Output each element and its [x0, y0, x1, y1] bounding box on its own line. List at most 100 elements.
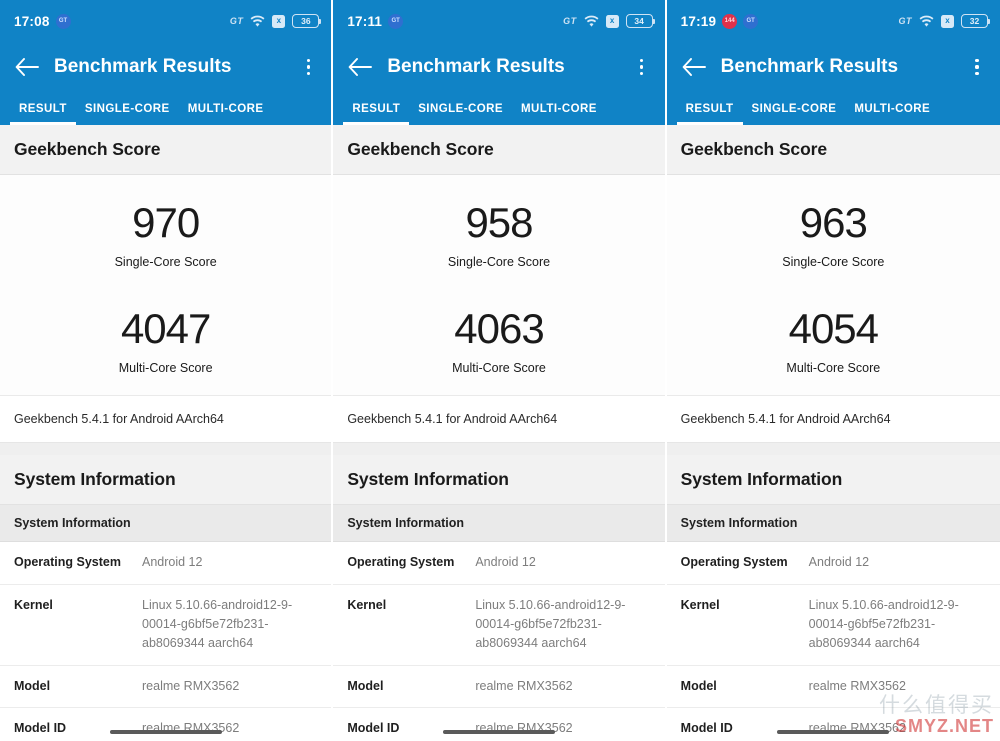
row-value: realme RMX3562 [142, 678, 240, 693]
row-key: Model ID [14, 721, 67, 736]
multi-core-score-label: Multi-Core Score [786, 361, 881, 376]
table-row: Kernel Linux 5.10.66-android12-9-00014-g… [333, 584, 665, 666]
gt-mode-badge-icon: GT [743, 13, 759, 29]
geekbench-score-header: Geekbench Score [333, 125, 665, 175]
status-bar-right: GT x 34 [563, 14, 655, 28]
tab-result[interactable]: RESULT [676, 92, 743, 125]
overflow-menu-icon[interactable] [966, 54, 988, 80]
system-information-subhead: System Information [0, 505, 332, 543]
table-row: Operating System Android 12 [666, 542, 1000, 585]
table-row: Operating System Android 12 [0, 542, 332, 585]
table-row: Model ID realme RMX3562 [0, 708, 332, 741]
status-bar-right: GT x 32 [898, 14, 990, 28]
geekbench-score-title: Geekbench Score [347, 139, 494, 159]
geekbench-score-header: Geekbench Score [666, 125, 1000, 175]
status-bar-left: 17:08 GT [14, 13, 71, 29]
status-bar-left: 17:11 GT [347, 13, 404, 29]
battery-percent: 32 [969, 15, 980, 26]
row-value: Linux 5.10.66-android12-9-00014-g6bf5e72… [808, 597, 959, 651]
geekbench-version-line: Geekbench 5.4.1 for Android AArch64 [666, 395, 1000, 444]
gesture-nav-pill[interactable] [777, 729, 890, 734]
geekbench-version-line: Geekbench 5.4.1 for Android AArch64 [0, 395, 332, 444]
status-bar: 17:19 144 GT GT x 32 [666, 0, 1000, 42]
row-key: Model [347, 678, 384, 693]
system-information-subhead: System Information [333, 505, 665, 543]
page-title: Benchmark Results [54, 56, 232, 77]
phone-screenshot-2: 17:11 GT GT x 34 Benchmark Results RESUL… [333, 0, 667, 741]
phone-screenshot-1: 17:08 GT GT x 36 Benchmark Results RESUL… [0, 0, 334, 741]
row-key: Kernel [680, 597, 720, 612]
row-value: Linux 5.10.66-android12-9-00014-g6bf5e72… [475, 597, 626, 651]
status-clock: 17:08 [14, 13, 50, 29]
tab-single-core[interactable]: SINGLE-CORE [743, 92, 846, 125]
status-clock: 17:11 [347, 13, 383, 29]
gt-mode-badge-icon: GT [388, 13, 404, 29]
result-content: Geekbench Score 963 Single-Core Score 40… [666, 125, 1000, 741]
table-row: Model ID realme RMX3562 [666, 708, 1000, 741]
gt-label-icon: GT [563, 16, 577, 26]
overflow-menu-icon[interactable] [631, 54, 653, 80]
system-information-header: System Information [0, 455, 332, 506]
table-row: Kernel Linux 5.10.66-android12-9-00014-g… [0, 584, 332, 666]
row-key: Model ID [680, 721, 733, 736]
signal-x-icon: x [272, 14, 286, 28]
row-key: Operating System [680, 555, 788, 570]
score-block: 958 Single-Core Score 4063 Multi-Core Sc… [333, 175, 665, 396]
multi-core-score-value: 4054 [788, 305, 879, 353]
single-core-score-value: 963 [799, 199, 868, 246]
gesture-nav-pill[interactable] [442, 729, 555, 734]
single-core-score-value: 958 [465, 199, 533, 246]
row-key: Kernel [14, 597, 53, 612]
tab-multi-core[interactable]: MULTI-CORE [845, 92, 939, 125]
app-bar: Benchmark Results [333, 42, 665, 92]
table-row: Model ID realme RMX3562 [333, 708, 665, 741]
battery-icon: 32 [960, 14, 990, 28]
battery-percent: 34 [634, 15, 644, 26]
row-value: realme RMX3562 [808, 678, 906, 693]
status-clock: 17:19 [680, 13, 717, 29]
back-arrow-icon[interactable] [681, 54, 707, 80]
section-spacer [666, 443, 1000, 456]
gt-label-icon: GT [229, 16, 244, 26]
page-title: Benchmark Results [720, 56, 899, 77]
table-row: Model realme RMX3562 [333, 665, 665, 709]
section-spacer [0, 443, 332, 456]
single-core-score-label: Single-Core Score [782, 255, 885, 270]
refresh-rate-badge-icon: 144 [722, 13, 738, 29]
geekbench-score-title: Geekbench Score [680, 139, 828, 159]
row-value: Linux 5.10.66-android12-9-00014-g6bf5e72… [142, 597, 293, 651]
wifi-icon [584, 15, 599, 28]
signal-x-icon: x [940, 14, 954, 28]
score-spacer [0, 269, 331, 307]
back-arrow-icon[interactable] [347, 54, 373, 80]
tab-multi-core[interactable]: MULTI-CORE [179, 92, 273, 125]
tab-result[interactable]: RESULT [343, 92, 410, 125]
multi-core-score-value: 4063 [454, 305, 544, 353]
status-bar: 17:11 GT GT x 34 [333, 0, 665, 42]
tab-single-core[interactable]: SINGLE-CORE [76, 92, 179, 125]
row-value: realme RMX3562 [475, 678, 573, 693]
system-information-title: System Information [680, 469, 843, 490]
multi-core-score-label: Multi-Core Score [452, 361, 546, 376]
tab-bar: RESULT SINGLE-CORE MULTI-CORE [0, 92, 332, 125]
status-bar-right: GT x 36 [229, 14, 322, 28]
tab-single-core[interactable]: SINGLE-CORE [409, 92, 512, 125]
gt-label-icon: GT [898, 16, 912, 26]
single-core-score-label: Single-Core Score [447, 255, 551, 270]
wifi-icon [919, 15, 934, 28]
tab-bar: RESULT SINGLE-CORE MULTI-CORE [666, 92, 1000, 125]
gt-mode-badge-icon: GT [55, 13, 71, 29]
row-key: Operating System [347, 555, 455, 570]
back-arrow-icon[interactable] [14, 54, 40, 80]
tab-multi-core[interactable]: MULTI-CORE [512, 92, 606, 125]
tab-result[interactable]: RESULT [10, 92, 76, 125]
result-content: Geekbench Score 958 Single-Core Score 40… [333, 125, 665, 741]
overflow-menu-icon[interactable] [297, 54, 319, 80]
row-key: Kernel [347, 597, 387, 612]
row-key: Operating System [14, 555, 121, 570]
row-value: Android 12 [808, 555, 870, 570]
gesture-nav-pill[interactable] [109, 729, 222, 734]
table-row: Operating System Android 12 [333, 542, 665, 585]
system-information-title: System Information [347, 469, 509, 490]
row-key: Model ID [347, 721, 400, 736]
